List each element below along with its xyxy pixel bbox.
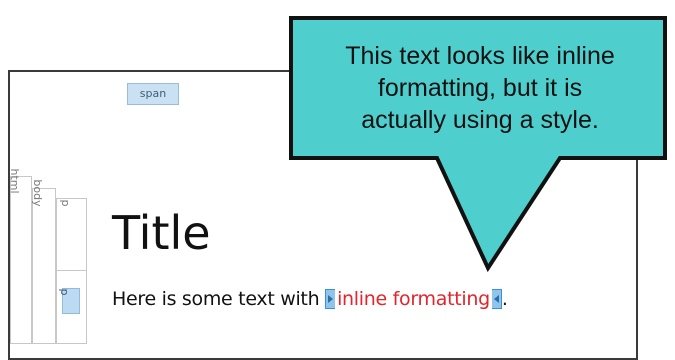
callout-line-2: formatting, but it is [377,74,583,102]
document-paragraph[interactable]: Here is some text with inline formatting… [112,288,508,310]
document-title[interactable]: Title [112,210,211,256]
callout-line-3: actually using a style. [361,106,599,134]
structure-label-p-title: p [58,199,72,207]
paragraph-suffix: . [501,288,508,310]
paragraph-prefix: Here is some text with [112,288,326,310]
callout-text: This text looks like inline formatting, … [300,40,660,136]
inline-formatted-text[interactable]: inline formatting [335,288,492,310]
structure-label-body: body [31,179,44,207]
span-tag-label: span [139,87,167,100]
span-start-marker-icon[interactable] [325,289,336,309]
span-end-marker-icon[interactable] [491,289,502,309]
callout-line-1: This text looks like inline [345,42,615,70]
structure-bar-p-title[interactable]: p [56,198,87,270]
structure-bar-body[interactable]: body [31,179,56,344]
structure-label-p-text: p [58,288,71,296]
structure-label-html: html [8,168,21,194]
structure-bar-html[interactable]: html [8,168,32,344]
span-tag-badge[interactable]: span [127,83,179,105]
